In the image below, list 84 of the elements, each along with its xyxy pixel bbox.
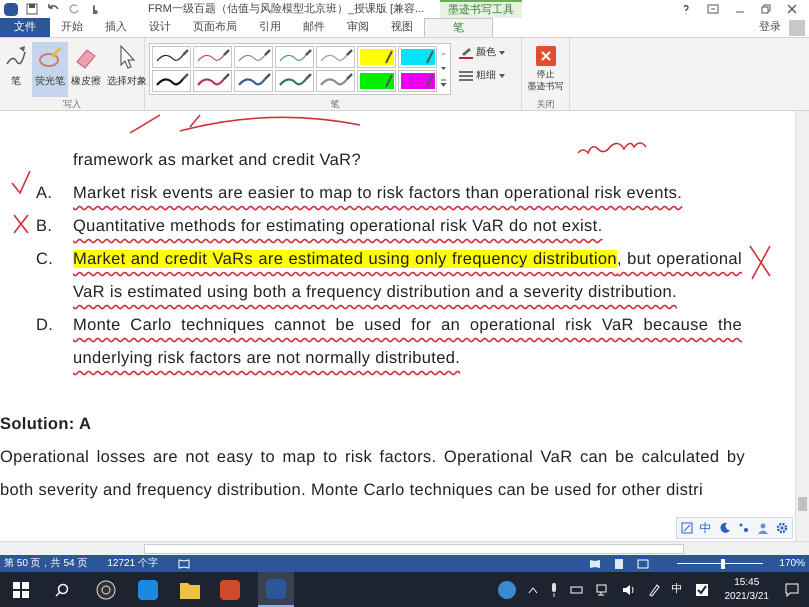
option-letter: C. bbox=[36, 249, 54, 270]
caret-icon bbox=[499, 74, 505, 78]
context-tab-header: 墨迹书写工具 bbox=[440, 0, 522, 18]
file-menu-button[interactable]: 文件 bbox=[0, 18, 50, 37]
option-letter: A. bbox=[36, 183, 54, 204]
search-icon[interactable] bbox=[55, 582, 69, 596]
vertical-scrollbar[interactable] bbox=[795, 111, 809, 541]
folder-icon[interactable] bbox=[180, 580, 200, 598]
read-mode-icon[interactable] bbox=[589, 558, 601, 568]
highlighter-icon bbox=[37, 44, 63, 70]
clock-time[interactable]: 15:45 bbox=[734, 576, 760, 590]
ribbon-tab[interactable]: 审阅 bbox=[336, 18, 380, 37]
help-icon[interactable] bbox=[681, 4, 691, 14]
ink-tool-button[interactable]: 荧光笔 bbox=[32, 42, 68, 97]
word-count[interactable]: 12721 个字 bbox=[107, 556, 158, 571]
action-center-icon[interactable] bbox=[785, 582, 799, 596]
ribbon-tab[interactable]: 笔 bbox=[424, 18, 493, 37]
horizontal-scrollbar[interactable] bbox=[0, 541, 809, 555]
aperture-app-icon[interactable] bbox=[96, 580, 116, 600]
help-app-icon[interactable] bbox=[498, 580, 516, 598]
close-icon bbox=[536, 46, 556, 66]
moon-icon[interactable] bbox=[719, 522, 731, 534]
thickness-dropdown[interactable]: 粗细 bbox=[459, 68, 505, 83]
app-icon[interactable] bbox=[138, 580, 158, 600]
solution-heading: Solution: A bbox=[0, 414, 92, 435]
punctuation-icon[interactable] bbox=[738, 522, 750, 534]
speaker-icon[interactable] bbox=[622, 584, 636, 596]
battery-icon[interactable] bbox=[570, 584, 584, 594]
windows-start-icon[interactable] bbox=[13, 582, 29, 598]
zoom-slider[interactable] bbox=[677, 558, 763, 568]
print-layout-icon[interactable] bbox=[613, 558, 625, 568]
cross-mark-icon bbox=[12, 213, 30, 235]
option-text: Quantitative methods for estimating operational risk VaR do not exist. bbox=[73, 216, 604, 237]
ink-tool-button[interactable]: 笔 bbox=[0, 42, 32, 97]
clock-date[interactable]: 2021/3/21 bbox=[724, 590, 769, 604]
line-weight-icon bbox=[459, 70, 473, 82]
input-method-indicator[interactable]: 中 bbox=[672, 581, 682, 598]
option-text: Market and credit VaRs are estimated using only frequency distribution, but operational VaR is estimated using both a frequency distribution and a severity distribution. bbox=[73, 249, 742, 303]
microphone-icon[interactable] bbox=[550, 582, 558, 596]
ime-mode-toggle[interactable]: 中 bbox=[700, 512, 712, 544]
zoom-thumb[interactable] bbox=[720, 558, 725, 568]
save-icon[interactable] bbox=[26, 3, 38, 15]
color-dropdown[interactable]: 颜色 bbox=[459, 45, 505, 60]
ribbon-tab[interactable]: 视图 bbox=[380, 18, 424, 37]
toolbar-icon[interactable] bbox=[680, 522, 693, 534]
option-text: Monte Carlo techniques cannot be used for an operational risk VaR because the underlying risk factors are not normally distributed. bbox=[73, 315, 742, 369]
word-logo-icon bbox=[4, 2, 18, 16]
option-text: Market risk events are easier to map to risk factors than operational risk events. bbox=[73, 183, 684, 204]
network-icon[interactable] bbox=[596, 584, 610, 596]
ribbon-tab[interactable]: 插入 bbox=[94, 18, 138, 37]
notification-check-icon[interactable] bbox=[694, 582, 708, 596]
question-text: framework as market and credit VaR? bbox=[73, 150, 361, 171]
check-mark-icon bbox=[10, 169, 32, 195]
cross-mark-icon bbox=[748, 244, 772, 281]
proofing-icon[interactable] bbox=[178, 558, 190, 568]
web-layout-icon[interactable] bbox=[637, 558, 649, 568]
ribbon-tab[interactable]: 邮件 bbox=[292, 18, 336, 37]
ribbon-options-icon[interactable] bbox=[707, 4, 719, 14]
restore-icon[interactable] bbox=[761, 4, 771, 14]
user-icon[interactable] bbox=[757, 522, 769, 534]
page-count[interactable]: 第 50 页，共 54 页 bbox=[4, 556, 88, 571]
explanation-text: Operational losses are not easy to map to risk factors. Operational VaR can be calculated by both severity and frequency distribution. Monte Carlo techniques can be used for other distri bbox=[0, 447, 745, 501]
settings-icon[interactable] bbox=[776, 522, 788, 534]
close-icon[interactable] bbox=[787, 4, 797, 14]
ink-tool-button[interactable]: 橡皮擦 bbox=[68, 42, 104, 97]
presentation-app-icon[interactable] bbox=[220, 580, 240, 600]
chevron-up-icon[interactable] bbox=[528, 586, 538, 594]
option-letter: B. bbox=[36, 216, 54, 237]
ribbon-tab[interactable]: 页面布局 bbox=[182, 18, 248, 37]
window-title: FRM一级百题（估值与风险模型北京班）_授课版 [兼容... bbox=[148, 2, 424, 17]
group-label: 关闭 bbox=[536, 98, 556, 110]
zoom-level[interactable]: 170% bbox=[775, 556, 805, 571]
option-letter: D. bbox=[36, 315, 54, 336]
ribbon-tab[interactable]: 开始 bbox=[50, 18, 94, 37]
group-label: 写入 bbox=[62, 98, 82, 110]
stop-inking-button[interactable]: 停止 墨迹书写 bbox=[522, 38, 569, 98]
ribbon-tab[interactable]: 设计 bbox=[138, 18, 182, 37]
sign-in-link[interactable]: 登录 bbox=[759, 19, 781, 36]
ink-tool-button[interactable]: 选择对象 bbox=[104, 42, 150, 97]
group-label: 笔 bbox=[330, 98, 340, 110]
pen-color-icon bbox=[459, 46, 473, 58]
caret-icon bbox=[499, 50, 505, 54]
ribbon-tab[interactable]: 引用 bbox=[248, 18, 292, 37]
pen-icon[interactable] bbox=[648, 582, 660, 596]
